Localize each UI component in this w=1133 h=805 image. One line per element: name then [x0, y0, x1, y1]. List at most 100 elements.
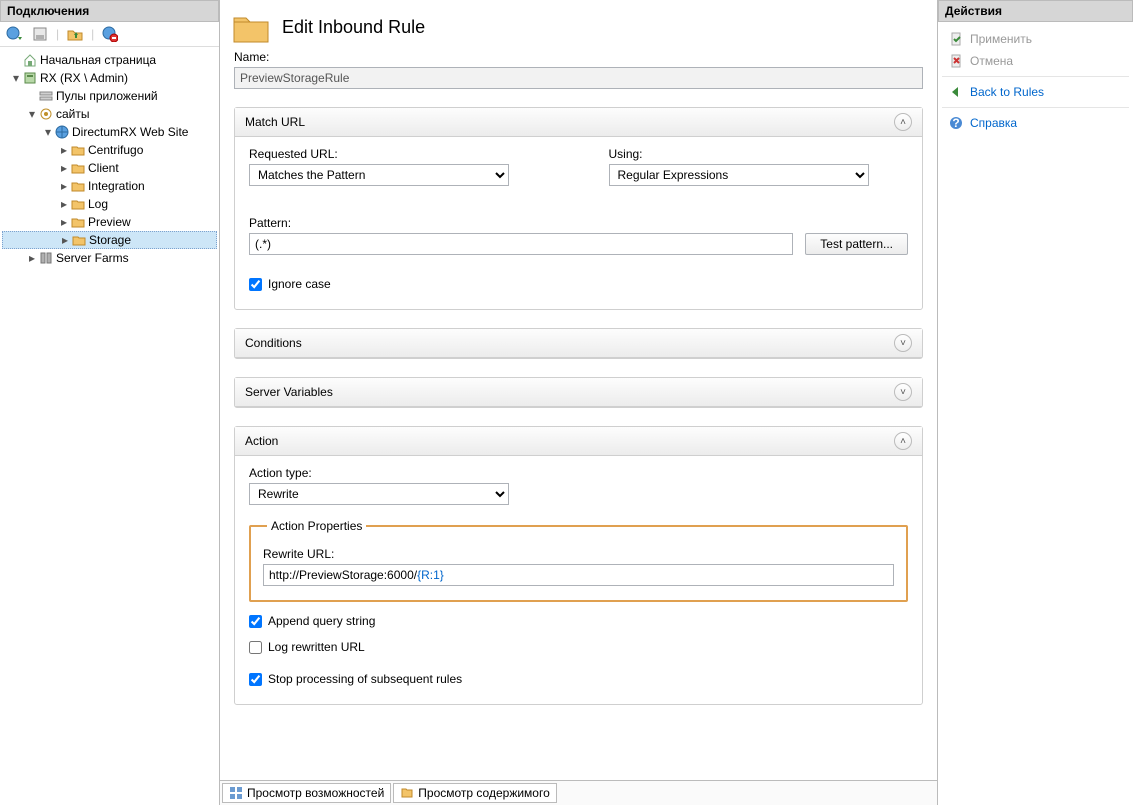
- center-panel: Edit Inbound Rule Name: Match URL ˄ Requ…: [220, 0, 938, 805]
- tree-item[interactable]: Пулы приложений: [2, 87, 217, 105]
- tree-expander[interactable]: ▾: [42, 125, 54, 139]
- tree-item[interactable]: ▸ Preview: [2, 213, 217, 231]
- requested-url-select[interactable]: Matches the Pattern: [249, 164, 509, 186]
- test-pattern-button[interactable]: Test pattern...: [805, 233, 908, 255]
- name-input[interactable]: [234, 67, 923, 89]
- tree-item[interactable]: Начальная страница: [2, 51, 217, 69]
- ignore-case-label[interactable]: Ignore case: [268, 277, 331, 291]
- action-справка[interactable]: ? Справка: [942, 112, 1129, 134]
- folder-icon: [70, 178, 86, 194]
- tree-expander[interactable]: ▸: [58, 161, 70, 175]
- tree-item-label: сайты: [56, 107, 90, 121]
- tree-item[interactable]: ▸ Centrifugo: [2, 141, 217, 159]
- tree-item-label: Centrifugo: [88, 143, 143, 157]
- tree-expander[interactable]: ▸: [58, 179, 70, 193]
- action-section: Action ˄ Action type: Rewrite Action Pro…: [234, 426, 923, 705]
- tree-expander[interactable]: ▸: [59, 233, 71, 247]
- log-rewritten-label[interactable]: Log rewritten URL: [268, 640, 365, 654]
- action-type-select[interactable]: Rewrite: [249, 483, 509, 505]
- globe-refresh-icon[interactable]: [4, 25, 24, 43]
- tree-expander[interactable]: ▸: [58, 197, 70, 211]
- tree-item-label: DirectumRX Web Site: [72, 125, 188, 139]
- chevron-down-icon[interactable]: ˅: [894, 334, 912, 352]
- back-icon: [948, 84, 964, 100]
- server-vars-header[interactable]: Server Variables ˅: [235, 378, 922, 407]
- divider: [942, 107, 1129, 108]
- folder-icon: [70, 142, 86, 158]
- folder-up-icon[interactable]: [65, 25, 85, 43]
- tree-item-label: Preview: [88, 215, 131, 229]
- tab-content-view[interactable]: Просмотр содержимого: [393, 783, 556, 803]
- log-rewritten-checkbox[interactable]: [249, 641, 262, 654]
- actions-panel: Действия Применить Отмена Back to Rules? Сп…: [938, 0, 1133, 805]
- pattern-input[interactable]: [249, 233, 793, 255]
- help-icon: ?: [948, 115, 964, 131]
- tree-expander[interactable]: ▸: [58, 215, 70, 229]
- bottom-tabs: Просмотр возможностей Просмотр содержимо…: [220, 780, 937, 805]
- action-title: Action: [245, 434, 278, 448]
- tree-item-label: Пулы приложений: [56, 89, 158, 103]
- action-properties-fieldset: Action Properties Rewrite URL: http://Pr…: [249, 519, 908, 602]
- tree-item[interactable]: ▸ Server Farms: [2, 249, 217, 267]
- match-url-header[interactable]: Match URL ˄: [235, 108, 922, 137]
- folder-icon: [70, 160, 86, 176]
- divider: [942, 76, 1129, 77]
- match-url-section: Match URL ˄ Requested URL: Matches the P…: [234, 107, 923, 310]
- tree-item[interactable]: ▸Client: [2, 159, 217, 177]
- home-icon: [22, 52, 38, 68]
- action-header[interactable]: Action ˄: [235, 427, 922, 456]
- tree-expander[interactable]: ▾: [26, 107, 38, 121]
- connections-tree[interactable]: Начальная страница ▾ RX (RX \ Admin) Пулы п…: [0, 47, 219, 805]
- action-label: Применить: [970, 32, 1032, 46]
- tree-item[interactable]: ▸ Integration: [2, 177, 217, 195]
- stop-processing-label[interactable]: Stop processing of subsequent rules: [268, 672, 462, 686]
- connections-panel: Подключения | | Начальная страница▾RX (R…: [0, 0, 220, 805]
- stop-processing-checkbox[interactable]: [249, 673, 262, 686]
- action-label: Справка: [970, 116, 1017, 130]
- actions-title: Действия: [938, 0, 1133, 22]
- action-label: Отмена: [970, 54, 1013, 68]
- content-icon: [400, 786, 414, 800]
- cancel-icon: [948, 53, 964, 69]
- left-toolbar: | |: [0, 22, 219, 47]
- tree-expander[interactable]: ▸: [58, 143, 70, 157]
- action-properties-legend: Action Properties: [267, 519, 366, 533]
- stop-icon[interactable]: [100, 25, 120, 43]
- append-qs-checkbox[interactable]: [249, 615, 262, 628]
- conditions-header[interactable]: Conditions ˅: [235, 329, 922, 358]
- page-title: Edit Inbound Rule: [282, 17, 425, 38]
- svg-text:?: ?: [952, 116, 959, 130]
- rule-folder-icon: [232, 10, 270, 44]
- using-select[interactable]: Regular Expressions: [609, 164, 869, 186]
- save-icon[interactable]: [30, 25, 50, 43]
- ignore-case-checkbox[interactable]: [249, 278, 262, 291]
- tree-item[interactable]: ▾ RX (RX \ Admin): [2, 69, 217, 87]
- tree-item-label: Integration: [88, 179, 145, 193]
- chevron-up-icon[interactable]: ˄: [894, 113, 912, 131]
- append-qs-label[interactable]: Append query string: [268, 614, 375, 628]
- tree-expander[interactable]: ▸: [26, 251, 38, 265]
- server-icon: [22, 70, 38, 86]
- action-применить: Применить: [942, 28, 1129, 50]
- tree-expander[interactable]: ▾: [10, 71, 22, 85]
- requested-url-label: Requested URL:: [249, 147, 549, 161]
- farms-icon: [38, 250, 54, 266]
- chevron-down-icon[interactable]: ˅: [894, 383, 912, 401]
- chevron-up-icon[interactable]: ˄: [894, 432, 912, 450]
- action-label: Back to Rules: [970, 85, 1044, 99]
- tree-item[interactable]: ▸Log: [2, 195, 217, 213]
- tree-item[interactable]: ▾ сайты: [2, 105, 217, 123]
- tree-item-label: Storage: [89, 233, 131, 247]
- tree-item-label: RX (RX \ Admin): [40, 71, 128, 85]
- folder-icon: [70, 196, 86, 212]
- tree-item[interactable]: ▸ Storage: [2, 231, 217, 249]
- rewrite-url-input[interactable]: http://PreviewStorage:6000/{R:1}: [263, 564, 894, 586]
- tab-features-view[interactable]: Просмотр возможностей: [222, 783, 391, 803]
- match-url-title: Match URL: [245, 115, 305, 129]
- pools-icon: [38, 88, 54, 104]
- tree-item-label: Server Farms: [56, 251, 129, 265]
- action-back-to-rules[interactable]: Back to Rules: [942, 81, 1129, 103]
- using-label: Using:: [609, 147, 909, 161]
- tree-item[interactable]: ▾ DirectumRX Web Site: [2, 123, 217, 141]
- action-type-label: Action type:: [249, 466, 908, 480]
